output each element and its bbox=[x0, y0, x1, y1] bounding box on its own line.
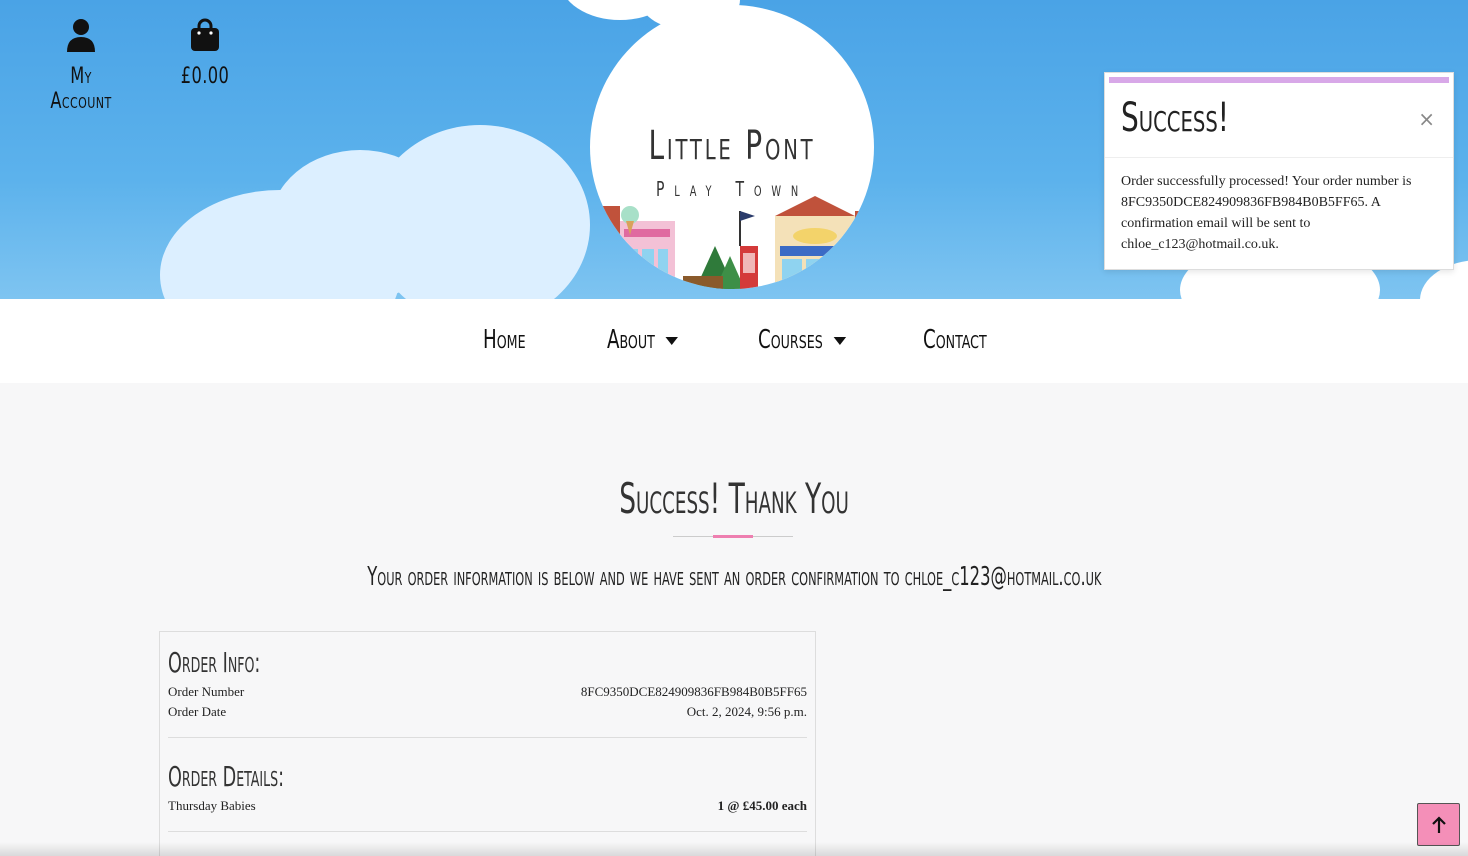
my-account-label: My Account bbox=[50, 64, 112, 114]
main-navbar: Home About Courses Contact bbox=[0, 299, 1468, 383]
site-header: My Account £0.00 Little Pont Play Town S… bbox=[0, 0, 1468, 299]
close-icon[interactable]: × bbox=[1418, 107, 1435, 131]
bottom-shadow bbox=[0, 842, 1468, 856]
nav-about-label: About bbox=[607, 325, 655, 355]
nav-about[interactable]: About bbox=[607, 325, 679, 355]
order-number-row: Order Number 8FC9350DCE824909836FB984B0B… bbox=[168, 684, 807, 702]
nav-home[interactable]: Home bbox=[483, 325, 526, 355]
basket-total: £0.00 bbox=[180, 64, 230, 89]
site-logo[interactable]: Little Pont Play Town bbox=[590, 5, 874, 289]
order-summary-card: Order Info: Order Number 8FC9350DCE82490… bbox=[159, 631, 816, 856]
section-divider bbox=[168, 737, 807, 738]
order-number-value: 8FC9350DCE824909836FB984B0B5FF65 bbox=[580, 684, 807, 699]
arrow-up-icon bbox=[1431, 815, 1446, 833]
nav-contact-label: Contact bbox=[923, 325, 987, 355]
section-divider bbox=[168, 831, 807, 832]
toast-divider bbox=[1105, 157, 1453, 158]
order-details-title: Order Details: bbox=[168, 760, 285, 793]
nav-courses-label: Courses bbox=[758, 325, 823, 355]
order-item-row: Thursday Babies 1 @ £45.00 each bbox=[168, 798, 807, 816]
shopping-bag-icon bbox=[191, 18, 219, 51]
my-account-link[interactable]: My Account bbox=[36, 18, 126, 114]
order-item-qty-price: 1 @ £45.00 each bbox=[717, 798, 807, 813]
cloud-decoration bbox=[370, 125, 590, 299]
chevron-down-icon bbox=[665, 336, 679, 345]
toast-title: Success! bbox=[1121, 95, 1229, 141]
order-number-label: Order Number bbox=[168, 684, 245, 699]
toast-message: Order successfully processed! Your order… bbox=[1121, 174, 1412, 252]
nav-home-label: Home bbox=[483, 325, 526, 355]
order-date-label: Order Date bbox=[168, 704, 227, 719]
chevron-down-icon bbox=[833, 336, 847, 345]
page-title-text: Success! Thank You bbox=[619, 474, 849, 523]
nav-contact[interactable]: Contact bbox=[923, 325, 987, 355]
order-item-name: Thursday Babies bbox=[168, 798, 256, 813]
basket-link[interactable]: £0.00 bbox=[175, 18, 235, 89]
order-info-title: Order Info: bbox=[168, 646, 261, 679]
toast-accent-bar bbox=[1109, 77, 1449, 83]
town-illustration bbox=[600, 196, 867, 289]
logo-title: Little Pont bbox=[648, 123, 816, 169]
page-title: Success! Thank You bbox=[0, 474, 1468, 523]
page-subtitle-text: Your order information is below and we h… bbox=[366, 562, 1102, 592]
page-subtitle: Your order information is below and we h… bbox=[0, 562, 1468, 592]
order-date-row: Order Date Oct. 2, 2024, 9:56 p.m. bbox=[168, 704, 807, 722]
order-date-value: Oct. 2, 2024, 9:56 p.m. bbox=[686, 704, 807, 719]
success-toast: Success! × Order successfully processed!… bbox=[1104, 72, 1454, 270]
nav-courses[interactable]: Courses bbox=[758, 325, 847, 355]
person-icon bbox=[67, 19, 95, 52]
title-divider-accent bbox=[713, 535, 753, 538]
back-to-top-button[interactable] bbox=[1417, 803, 1460, 846]
